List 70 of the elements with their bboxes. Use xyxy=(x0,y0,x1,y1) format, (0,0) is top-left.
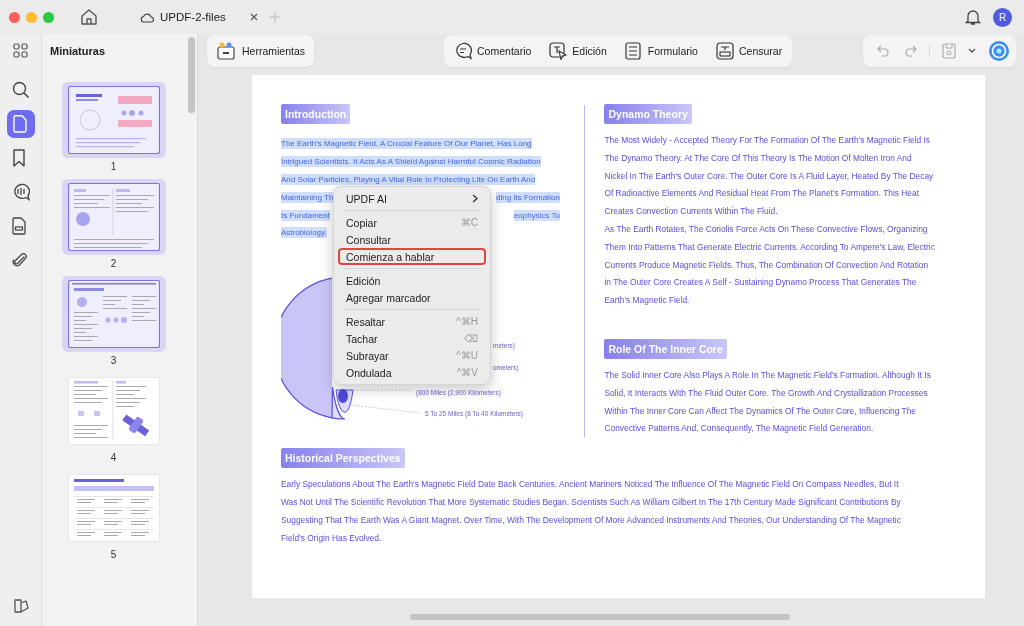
close-icon[interactable] xyxy=(250,13,258,21)
tools-button[interactable]: Herramientas xyxy=(207,35,315,67)
menu-item[interactable]: Copiar ⌘C xyxy=(338,214,486,231)
selected-text: And Solar Particles, Playing A Vital Role In Protecting Life On Earth And xyxy=(281,174,536,185)
selected-text: ding Its Formation xyxy=(495,191,560,203)
bell-icon[interactable] xyxy=(965,8,981,26)
paperclip-icon xyxy=(11,251,30,269)
comment-icon xyxy=(454,42,473,60)
toolbox-icon xyxy=(216,42,236,60)
ai-assistant-icon[interactable] xyxy=(988,40,1010,62)
page-number: 2 xyxy=(110,258,117,269)
scrollbar-thumb[interactable] xyxy=(188,37,195,113)
grid-icon[interactable] xyxy=(13,43,28,58)
section-heading: Historical Perspectives xyxy=(281,448,405,469)
page-thumbnail[interactable] xyxy=(61,179,166,255)
tab-title: UPDF-2-files xyxy=(160,11,226,23)
comment-icon xyxy=(11,183,30,201)
paragraph: The Most Widely - Accepted Theory For The Formation Of The Earth's Magnetic Field Is The Dynamo Theory. At The Core Of This Theory Is The Motion Of Molten Iron And Nickel In The Earth's Outer Core. The Outer Core Is A Fluid Layer, Heated By The Decay Of Radioactive Elements And Residual Heat From The Planet's Formation. This Heat Creates Convection Currents Within The Fluid. xyxy=(604,134,935,219)
caret-icon[interactable] xyxy=(968,48,976,54)
menu-item[interactable]: Resaltar ^⌘H xyxy=(338,313,486,330)
document-tab[interactable]: UPDF-2-files xyxy=(140,11,258,23)
redact-mode-button[interactable]: Censurar xyxy=(713,42,785,60)
page-thumbnail[interactable] xyxy=(61,276,166,352)
text-edit-icon xyxy=(549,42,568,60)
leader-line xyxy=(350,404,422,414)
form-icon xyxy=(624,42,643,60)
page-number: 1 xyxy=(110,161,117,172)
menu-item[interactable]: Consultar xyxy=(338,231,486,248)
paragraph: As The Earth Rotates, The Coriolis Force Acts On These Convective Flows, Organizing Them Into Patterns That Generate Electric Currents. According To Ampere's Law, Electric Currents Produce Magnetic Fields. Thus, The Combination Of Convection And Rotation in The Outer Core Creates A Self - Sustaining Dynamo Process That Generates The Earth's Magnetic Field. xyxy=(604,223,935,308)
page-number: 5 xyxy=(110,549,117,560)
menu-item[interactable]: UPDF AI xyxy=(338,190,486,207)
section-heading: Dynamo Theory xyxy=(604,104,692,124)
menu-item[interactable]: Subrayar ^⌘U xyxy=(338,347,486,364)
paragraph: Early Speculations About The Earth's Magnetic Field Date Back Centuries. Ancient Mariners Noticed The Influence Of The Magnetic Field On Compass Needles, But It Was Not Until The Scientific Revolution That More Systematic Studies Began. Scientists Such As William Gilbert In The 17th Century Made Significant Contributions By Suggesting That The Earth Was A Giant Magnet. Over Time, With The Development Of More Advanced Instruments And Theories, Our Understanding Of The Magnetic Field's Origin Has Evolved. xyxy=(281,478,902,545)
close-window-button[interactable] xyxy=(9,11,20,23)
redact-icon xyxy=(715,42,734,60)
earth-core-drawing xyxy=(331,386,354,420)
menu-item[interactable]: Ondulada ^⌘V xyxy=(338,364,486,381)
menu-item[interactable]: Tachar ⌫ xyxy=(338,330,486,347)
home-icon[interactable] xyxy=(80,8,98,26)
panel-title: Miniaturas xyxy=(50,45,105,57)
selected-text: The Earth's Magnetic Field, A Crucial Feature Of Our Planet, Has Long xyxy=(281,138,532,150)
pages-tool[interactable] xyxy=(6,110,35,138)
section-heading: Introduction xyxy=(281,104,351,124)
search-icon xyxy=(11,81,30,99)
user-avatar[interactable]: R xyxy=(993,7,1012,27)
selected-text: Intrigued Scientists. It Acts As A Shield Against Harmful Cosmic Radiation xyxy=(281,156,541,168)
save-icon[interactable] xyxy=(942,43,956,59)
zoom-window-button[interactable] xyxy=(43,11,54,23)
selected-text: Is Fundament xyxy=(281,209,330,221)
scrollbar-thumb[interactable] xyxy=(410,614,790,620)
menu-item[interactable]: Agregar marcador xyxy=(338,289,486,306)
comment-mode-button[interactable]: Comentario xyxy=(452,42,534,60)
page-number: 3 xyxy=(110,355,117,366)
section-heading: Role Of The Inner Core xyxy=(604,338,727,359)
cloud-icon xyxy=(140,11,154,23)
paragraph: The Solid Inner Core Also Plays A Role In The Magnetic Field's Formation. Although It Is Solid, It Interacts With The Fluid Outer Core. The Growth And Crystallization Processes Within The Inner Core Can Affect The Dynamics Of The Outer Core, Influencing The Convective Patterns And, Consequently, The Magnetic Field Generation. xyxy=(604,368,932,436)
selected-text: Astrobiology. xyxy=(281,227,327,239)
menu-item[interactable]: Edición xyxy=(338,272,486,289)
theme-icon[interactable] xyxy=(12,598,29,614)
page-thumbnail[interactable] xyxy=(61,82,166,158)
menu-item[interactable]: Comienza a hablar xyxy=(338,248,486,265)
form-mode-button[interactable]: Formulario xyxy=(622,42,700,60)
redo-icon[interactable] xyxy=(903,45,917,57)
edit-mode-button[interactable]: Edición xyxy=(547,42,609,60)
selected-text: eophysics To xyxy=(513,209,560,221)
document-icon xyxy=(11,115,30,133)
undo-icon[interactable] xyxy=(877,45,891,57)
page-number: 4 xyxy=(110,452,117,463)
selected-text: Maintaining Th xyxy=(281,191,334,203)
